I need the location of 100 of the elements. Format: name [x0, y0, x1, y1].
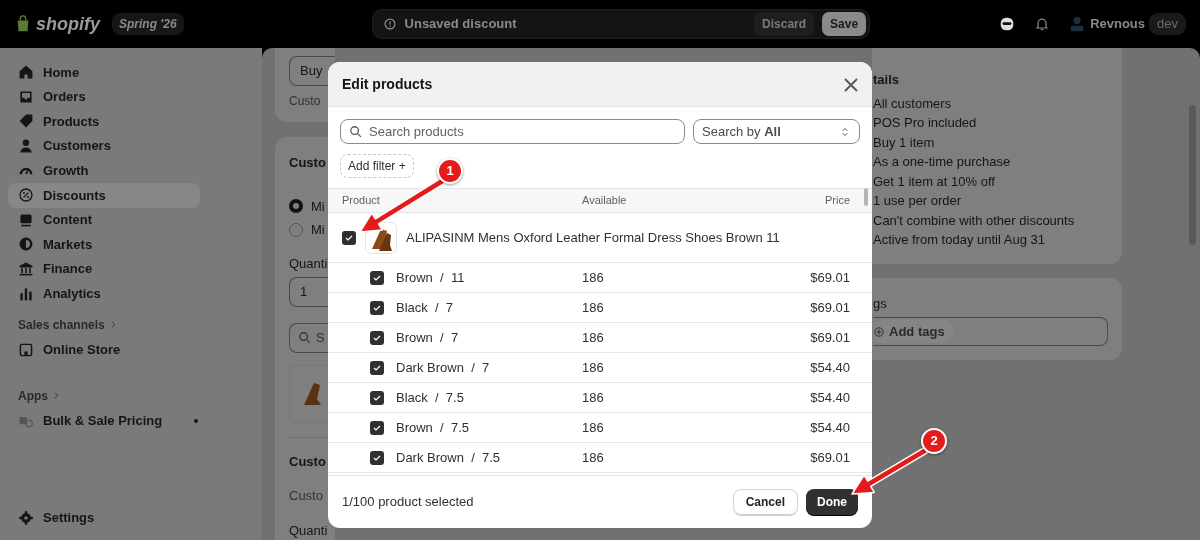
sidebar-item[interactable]: Finance: [8, 256, 200, 282]
inbox-icon: [18, 88, 34, 105]
plus-circle-icon: [873, 325, 885, 338]
gear-icon: [18, 509, 34, 526]
select-field[interactable]: Buy: [289, 56, 335, 86]
user-name[interactable]: Revnous: [1090, 14, 1146, 34]
sidebar-item[interactable]: Content: [8, 207, 200, 233]
summary-line: 1 use per order: [873, 192, 963, 210]
search-by-select[interactable]: Search by All: [693, 119, 860, 144]
price-text: $69.01: [809, 328, 850, 347]
chevron-right-icon: [52, 391, 61, 401]
sidebar-item[interactable]: Products: [8, 109, 200, 134]
variant-row[interactable]: Dark Brown / 7.5 186 $69.01: [328, 443, 872, 473]
close-icon[interactable]: [844, 77, 858, 92]
checkbox[interactable]: [370, 420, 384, 435]
edition-badge: Spring '26: [112, 13, 184, 35]
checkbox[interactable]: [370, 270, 384, 285]
percent-badge-icon: [18, 187, 34, 204]
sidebar-item[interactable]: Settings: [8, 505, 200, 530]
variant-row[interactable]: Brown / 11 186 $69.01: [328, 263, 872, 293]
globe-icon: [18, 236, 34, 253]
variant-row[interactable]: Brown / 7 186 $69.01: [328, 323, 872, 353]
bar-chart-icon: [18, 285, 34, 302]
variant-row[interactable]: Dark Brown / 7 186 $54.40: [328, 353, 872, 383]
summary-line: Buy 1 item: [873, 133, 936, 152]
notification-bell-icon[interactable]: [1034, 16, 1051, 32]
variant-label: Dark Brown / 7: [396, 358, 491, 377]
sidebar-item[interactable]: Analytics: [8, 281, 200, 306]
column-header: Available: [582, 193, 628, 209]
gauge-icon: [18, 166, 34, 175]
sidebar-item[interactable]: Online Store: [8, 337, 200, 363]
checkbox[interactable]: [342, 230, 356, 245]
checkbox[interactable]: [370, 330, 384, 345]
section-heading[interactable]: Sales channels: [8, 305, 254, 338]
tags-field[interactable]: Add tags: [873, 317, 1108, 346]
variant-label: Black / 7.5: [396, 388, 465, 407]
sidebar-item[interactable]: Customers: [8, 133, 200, 159]
available-count: 186: [582, 268, 605, 287]
variant-label: Brown / 7: [396, 328, 460, 347]
section-heading[interactable]: Apps: [8, 376, 254, 409]
available-count: 186: [582, 298, 605, 317]
save-button[interactable]: Save: [822, 12, 867, 36]
option-label: Mi: [311, 221, 325, 239]
summary-line: Can't combine with other discounts: [873, 211, 1076, 230]
tags-heading: gs: [873, 294, 888, 313]
caption-text: Custo: [289, 486, 324, 505]
section-heading: Custo: [289, 453, 327, 471]
modal-title: Edit products: [342, 74, 433, 94]
field-label: Quanti: [289, 522, 329, 540]
variant-label: Brown / 7.5: [396, 418, 470, 437]
variant-row[interactable]: Black / 7 186 $69.01: [328, 293, 872, 323]
variant-label: Dark Brown / 7.5: [396, 448, 502, 467]
variant-row[interactable]: Black / 7.5 186 $54.40: [328, 383, 872, 413]
sidebar-item[interactable]: Growth: [8, 158, 200, 183]
checkbox[interactable]: [370, 390, 384, 405]
column-header: Product: [342, 193, 381, 209]
column-header: Price: [823, 193, 850, 209]
checkbox[interactable]: [370, 360, 384, 375]
discard-button[interactable]: Discard: [754, 12, 815, 36]
scrollbar[interactable]: [864, 188, 868, 206]
price-text: $69.01: [809, 448, 850, 467]
field-label: Quanti: [289, 254, 329, 273]
summary-line: All customers: [873, 94, 953, 113]
sidebar-item[interactable]: Discounts: [8, 182, 200, 208]
sidebar-item[interactable]: Home: [8, 60, 200, 85]
checkbox[interactable]: [370, 450, 384, 465]
tag-icon: [18, 113, 34, 130]
add-tags-button[interactable]: Add tags: [873, 319, 953, 344]
price-text: $54.40: [809, 388, 850, 407]
image-icon: [18, 211, 34, 228]
caption-text: Custo: [289, 93, 322, 110]
home-icon: [18, 64, 34, 81]
summary-line: Get 1 item at 10% off: [873, 172, 996, 191]
sidebar-item[interactable]: Orders: [8, 84, 200, 110]
done-button[interactable]: Done: [806, 489, 858, 515]
option-label: Mi: [311, 197, 325, 216]
price-text: $54.40: [809, 418, 850, 437]
add-filter-button[interactable]: Add filter +: [340, 154, 414, 178]
available-count: 186: [582, 358, 605, 377]
checkbox[interactable]: [370, 300, 384, 315]
bank-icon: [18, 261, 34, 278]
sidebar-item[interactable]: Bulk & Sale Pricing: [8, 408, 200, 434]
price-text: $69.01: [809, 268, 850, 287]
logo-text: shopify: [36, 12, 100, 36]
price-text: $69.01: [809, 298, 850, 317]
search-field[interactable]: Search products: [340, 119, 685, 144]
cancel-button[interactable]: Cancel: [732, 489, 798, 515]
section-heading: Custo: [289, 154, 327, 172]
summary-heading: tails: [873, 71, 900, 89]
selection-status: 1/100 product selected: [342, 493, 475, 512]
variant-label: Black / 7: [396, 298, 455, 317]
sidebar-item[interactable]: Markets: [8, 232, 200, 257]
radio-button[interactable]: [289, 199, 303, 214]
status-dot-icon: [194, 418, 198, 423]
search-icon: [298, 331, 312, 345]
alert-icon: [382, 17, 397, 31]
variant-row[interactable]: Brown / 7.5 186 $54.40: [328, 413, 872, 443]
search-icon: [349, 125, 363, 139]
summary-line: As a one-time purchase: [873, 153, 1012, 171]
available-count: 186: [582, 448, 605, 467]
